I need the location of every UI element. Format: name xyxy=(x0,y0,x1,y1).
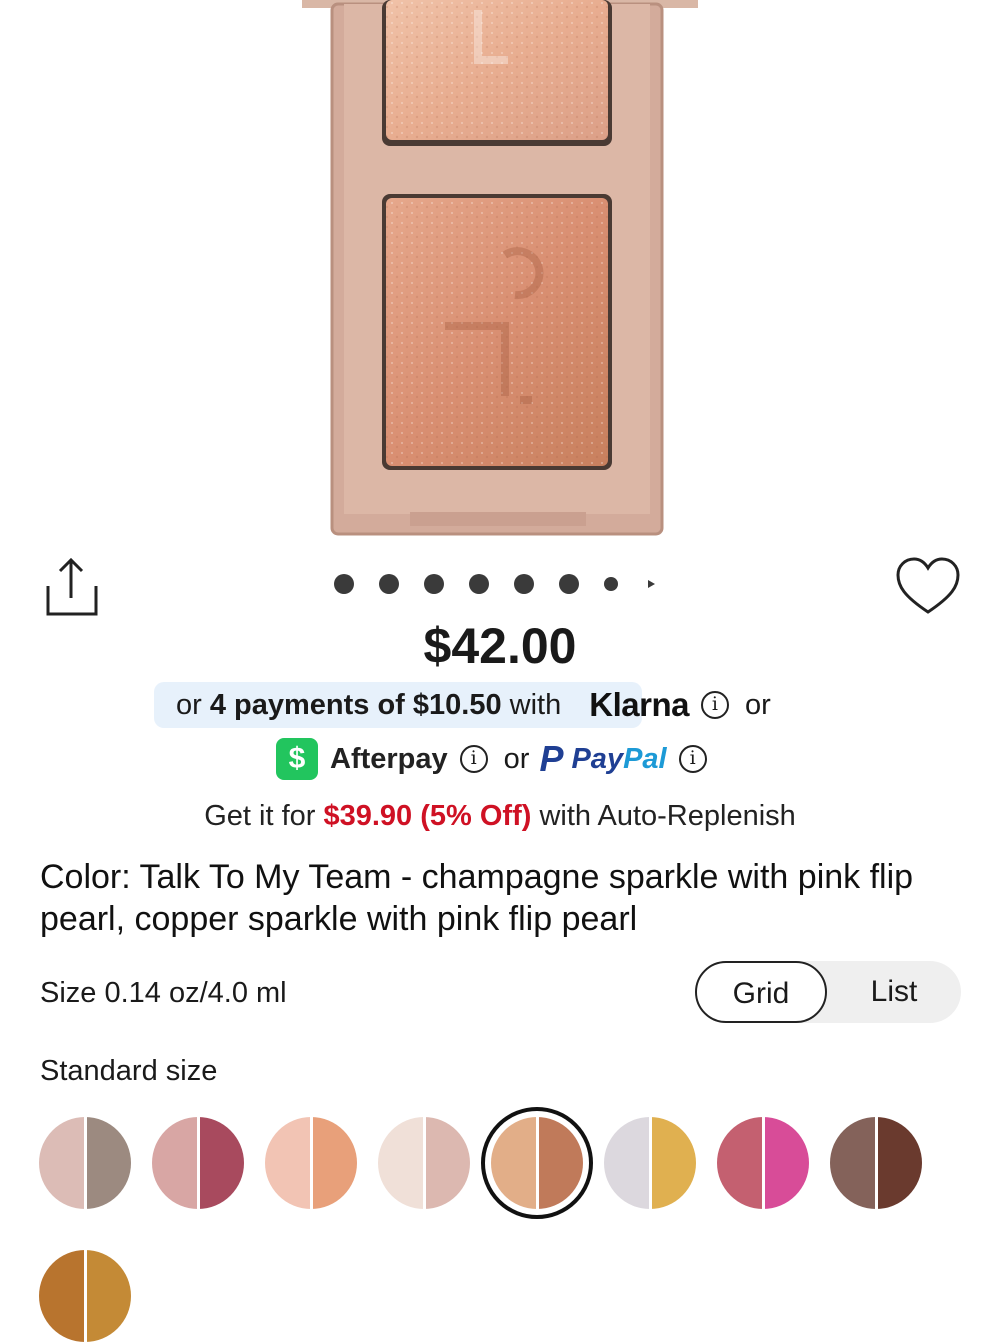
swatch-half xyxy=(378,1117,423,1209)
auto-replenish-prefix: Get it for xyxy=(204,800,324,832)
carousel-dot[interactable] xyxy=(379,574,399,594)
paypal-icon: P xyxy=(539,738,564,779)
swatch-half xyxy=(425,1117,470,1209)
swatch-half xyxy=(830,1117,875,1209)
carousel-dot[interactable] xyxy=(604,577,618,591)
payment-or: or xyxy=(503,742,530,775)
product-image xyxy=(302,0,698,536)
klarna-installments: 4 payments of $10.50 xyxy=(209,688,502,721)
carousel-dot[interactable] xyxy=(334,574,354,594)
swatch-half xyxy=(312,1117,357,1209)
swatch-half xyxy=(39,1117,84,1209)
carousel-dot[interactable] xyxy=(559,574,579,594)
color-swatch[interactable] xyxy=(378,1117,470,1209)
swatch-half xyxy=(39,1250,84,1342)
alt-payment-row: $ Afterpay i or P PayPal i xyxy=(276,736,707,782)
color-swatch[interactable] xyxy=(265,1117,357,1209)
auto-replenish-offer: Get it for $39.90 (5% Off) with Auto-Rep… xyxy=(0,796,1000,836)
swatch-half xyxy=(152,1117,197,1209)
auto-replenish-price: $39.90 (5% Off) xyxy=(323,800,532,832)
klarna-payment-row: or 4 payments of $10.50 with Klarna i or xyxy=(176,682,771,728)
klarna-logo: Klarna xyxy=(589,686,689,723)
share-icon[interactable] xyxy=(40,556,102,618)
list-view-button[interactable]: List xyxy=(827,961,961,1023)
carousel-dot[interactable] xyxy=(469,574,489,594)
cash-app-afterpay-icon: $ xyxy=(276,738,318,780)
carousel-more-arrow-icon xyxy=(648,580,655,588)
selected-swatch-ring xyxy=(481,1107,593,1219)
product-price: $42.00 xyxy=(423,618,577,674)
view-toggle[interactable]: Grid List xyxy=(695,961,961,1023)
grid-view-button[interactable]: Grid xyxy=(695,961,827,1023)
payment-or: or xyxy=(744,688,771,721)
swatch-half xyxy=(86,1117,131,1209)
paypal-logo-part: Pal xyxy=(623,742,667,775)
selected-color-description: Color: Talk To My Team - champagne spark… xyxy=(40,858,914,938)
size-label: Size 0.14 oz/4.0 ml xyxy=(40,977,287,1009)
color-swatch[interactable] xyxy=(39,1117,131,1209)
carousel-dot[interactable] xyxy=(424,574,444,594)
color-swatch[interactable] xyxy=(717,1117,809,1209)
carousel-dot[interactable] xyxy=(514,574,534,594)
swatch-half xyxy=(764,1117,809,1209)
swatch-half xyxy=(199,1117,244,1209)
swatch-half xyxy=(265,1117,310,1209)
klarna-suffix: with xyxy=(501,688,562,721)
swatch-half xyxy=(604,1117,649,1209)
swatch-half xyxy=(877,1117,922,1209)
swatch-half xyxy=(717,1117,762,1209)
paypal-logo-part: Pay xyxy=(571,742,624,775)
color-swatch[interactable] xyxy=(604,1117,696,1209)
color-swatch[interactable] xyxy=(152,1117,244,1209)
color-swatch[interactable] xyxy=(830,1117,922,1209)
heart-icon[interactable] xyxy=(894,556,962,618)
image-carousel-indicator[interactable] xyxy=(334,572,655,596)
paypal-info-icon[interactable]: i xyxy=(678,745,707,773)
swatch-half xyxy=(651,1117,696,1209)
swatch-half xyxy=(86,1250,131,1342)
paypal-logo: PayPal xyxy=(571,743,666,776)
standard-size-label: Standard size xyxy=(40,1055,218,1087)
color-swatch[interactable] xyxy=(39,1250,131,1342)
klarna-info-icon[interactable]: i xyxy=(700,691,729,719)
afterpay-logo: Afterpay xyxy=(330,742,448,775)
auto-replenish-suffix: with Auto-Replenish xyxy=(531,800,796,832)
afterpay-info-icon[interactable]: i xyxy=(459,745,488,773)
klarna-prefix: or xyxy=(176,688,210,721)
